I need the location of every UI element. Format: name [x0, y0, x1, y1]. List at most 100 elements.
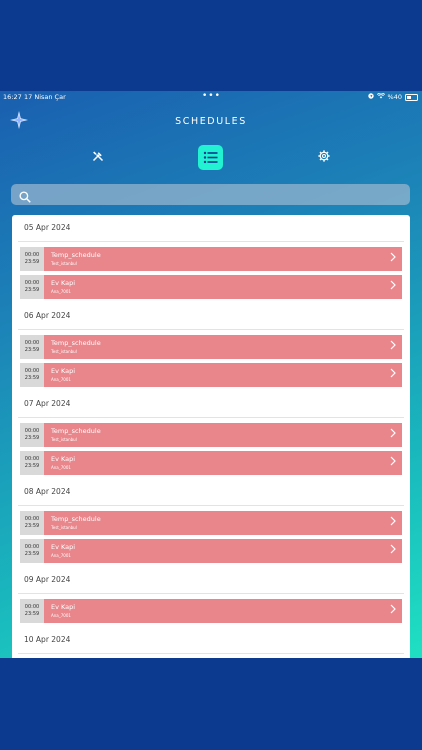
- schedule-name: Temp_schedule: [51, 427, 101, 435]
- schedule-name: Temp_schedule: [51, 515, 101, 523]
- chevron-right-icon[interactable]: [390, 428, 396, 441]
- schedule-item[interactable]: 00:00 23:59 Temp_schedule Test_istanbul: [20, 247, 402, 271]
- end-time: 23:59: [24, 287, 40, 293]
- end-time: 23:59: [24, 375, 40, 381]
- day-group: 09 Apr 2024 00:00 23:59 Ev Kapi Ana_7001: [12, 567, 410, 623]
- schedule-name: Ev Kapi: [51, 603, 76, 611]
- schedule-item[interactable]: 00:00 23:59 Ev Kapi Ana_7001: [20, 275, 402, 299]
- day-date: 07 Apr 2024: [18, 391, 404, 418]
- schedule-location: Ana_7001: [51, 553, 71, 558]
- schedule-name: Ev Kapi: [51, 279, 76, 287]
- status-date: 17 Nisan Çar: [24, 93, 66, 101]
- start-time: 00:00: [24, 544, 40, 550]
- status-right: %40: [367, 91, 418, 103]
- schedule-item[interactable]: 00:00 23:59 Ev Kapi Ana_7001: [20, 599, 402, 623]
- schedule-item[interactable]: 00:00 23:59 Temp_schedule Test_istanbul: [20, 423, 402, 447]
- time-range: 00:00 23:59: [20, 599, 44, 623]
- day-date: 06 Apr 2024: [18, 303, 404, 330]
- location-icon: [367, 91, 374, 103]
- schedule-name: Temp_schedule: [51, 339, 101, 347]
- schedule-name: Ev Kapi: [51, 367, 76, 375]
- start-time: 00:00: [24, 516, 40, 522]
- time-range: 00:00 23:59: [20, 275, 44, 299]
- day-date: 08 Apr 2024: [18, 479, 404, 506]
- time-range: 00:00 23:59: [20, 363, 44, 387]
- chevron-right-icon[interactable]: [390, 340, 396, 353]
- tools-icon[interactable]: [92, 150, 104, 165]
- schedule-location: Test_istanbul: [51, 349, 77, 354]
- time-range: 00:00 23:59: [20, 539, 44, 563]
- main-toolbar: [0, 144, 422, 174]
- app-screen: 16:27 17 Nisan Çar ••• %40 SCHEDULES 05 …: [0, 91, 422, 658]
- chevron-right-icon[interactable]: [390, 516, 396, 529]
- schedule-location: Ana_7001: [51, 289, 71, 294]
- end-time: 23:59: [24, 347, 40, 353]
- schedule-location: Ana_7001: [51, 613, 71, 618]
- wifi-icon: [376, 91, 385, 103]
- schedule-bar[interactable]: Ev Kapi Ana_7001: [44, 539, 402, 563]
- time-range: 00:00 23:59: [20, 247, 44, 271]
- schedule-bar[interactable]: Temp_schedule Test_istanbul: [44, 423, 402, 447]
- gear-icon[interactable]: [318, 150, 330, 165]
- time-range: 00:00 23:59: [20, 423, 44, 447]
- schedule-item[interactable]: 00:00 23:59 Ev Kapi Ana_7001: [20, 539, 402, 563]
- end-time: 23:59: [24, 551, 40, 557]
- battery-level: [407, 95, 411, 99]
- start-time: 00:00: [24, 456, 40, 462]
- chevron-right-icon[interactable]: [390, 604, 396, 617]
- end-time: 23:59: [24, 259, 40, 265]
- schedule-name: Temp_schedule: [51, 251, 101, 259]
- status-bar: 16:27 17 Nisan Çar ••• %40: [0, 91, 422, 103]
- multitask-dots[interactable]: •••: [202, 91, 221, 102]
- search-bar[interactable]: [11, 184, 410, 205]
- day-date: 09 Apr 2024: [18, 567, 404, 594]
- schedule-bar[interactable]: Temp_schedule Test_istanbul: [44, 335, 402, 359]
- day-group: 10 Apr 2024: [12, 627, 410, 658]
- day-date: 10 Apr 2024: [18, 627, 404, 654]
- start-time: 00:00: [24, 368, 40, 374]
- schedule-bar[interactable]: Ev Kapi Ana_7001: [44, 451, 402, 475]
- schedule-bar[interactable]: Ev Kapi Ana_7001: [44, 363, 402, 387]
- day-group: 08 Apr 2024 00:00 23:59 Temp_schedule Te…: [12, 479, 410, 563]
- schedule-item[interactable]: 00:00 23:59 Ev Kapi Ana_7001: [20, 363, 402, 387]
- chevron-right-icon[interactable]: [390, 252, 396, 265]
- end-time: 23:59: [24, 463, 40, 469]
- time-range: 00:00 23:59: [20, 335, 44, 359]
- end-time: 23:59: [24, 435, 40, 441]
- start-time: 00:00: [24, 428, 40, 434]
- schedule-bar[interactable]: Temp_schedule Test_istanbul: [44, 247, 402, 271]
- day-date: 05 Apr 2024: [18, 215, 404, 242]
- day-group: 07 Apr 2024 00:00 23:59 Temp_schedule Te…: [12, 391, 410, 475]
- schedule-list: 05 Apr 2024 00:00 23:59 Temp_schedule Te…: [12, 215, 410, 658]
- schedule-bar[interactable]: Temp_schedule Test_istanbul: [44, 511, 402, 535]
- schedule-bar[interactable]: Ev Kapi Ana_7001: [44, 599, 402, 623]
- start-time: 00:00: [24, 280, 40, 286]
- chevron-right-icon[interactable]: [390, 280, 396, 293]
- schedule-location: Test_istanbul: [51, 525, 77, 530]
- start-time: 00:00: [24, 604, 40, 610]
- battery-icon: [405, 93, 418, 101]
- chevron-right-icon[interactable]: [390, 544, 396, 557]
- schedule-location: Ana_7001: [51, 465, 71, 470]
- search-icon: [19, 188, 31, 207]
- chevron-right-icon[interactable]: [390, 456, 396, 469]
- status-time: 16:27: [3, 93, 22, 101]
- search-input[interactable]: [37, 186, 401, 204]
- battery-percent: %40: [387, 93, 402, 101]
- header: SCHEDULES: [0, 109, 422, 135]
- schedule-item[interactable]: 00:00 23:59 Temp_schedule Test_istanbul: [20, 335, 402, 359]
- list-icon[interactable]: [198, 145, 223, 170]
- start-time: 00:00: [24, 252, 40, 258]
- time-range: 00:00 23:59: [20, 451, 44, 475]
- chevron-right-icon[interactable]: [390, 368, 396, 381]
- schedule-item[interactable]: 00:00 23:59 Temp_schedule Test_istanbul: [20, 511, 402, 535]
- schedule-location: Test_istanbul: [51, 261, 77, 266]
- schedule-bar[interactable]: Ev Kapi Ana_7001: [44, 275, 402, 299]
- day-group: 06 Apr 2024 00:00 23:59 Temp_schedule Te…: [12, 303, 410, 387]
- schedule-item[interactable]: 00:00 23:59 Ev Kapi Ana_7001: [20, 451, 402, 475]
- day-group: 05 Apr 2024 00:00 23:59 Temp_schedule Te…: [12, 215, 410, 299]
- time-range: 00:00 23:59: [20, 511, 44, 535]
- schedule-location: Test_istanbul: [51, 437, 77, 442]
- start-time: 00:00: [24, 340, 40, 346]
- schedule-location: Ana_7001: [51, 377, 71, 382]
